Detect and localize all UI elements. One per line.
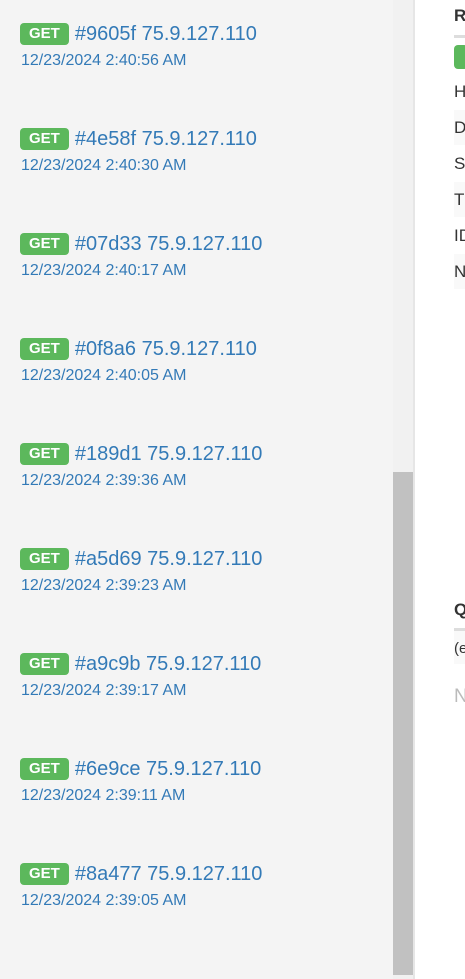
request-list-item[interactable]: GET #6e9ce 75.9.127.110 12/23/2024 2:39:11… (20, 757, 380, 805)
request-timestamp: 12/23/2024 2:39:36 AM (21, 472, 187, 489)
query-value: (e (454, 640, 465, 657)
request-timestamp: 12/23/2024 2:40:56 AM (21, 52, 187, 69)
request-title-link[interactable]: #8a477 75.9.127.110 (75, 863, 263, 886)
request-list-item[interactable]: GET #0f8a6 75.9.127.110 12/23/2024 2:40:05… (20, 337, 380, 385)
none-text: N (454, 686, 465, 707)
request-list-item[interactable]: GET #8a477 75.9.127.110 12/23/2024 2:39:05… (20, 862, 380, 910)
method-badge: GET (20, 338, 69, 360)
request-timestamp: 12/23/2024 2:39:11 AM (21, 787, 186, 804)
method-badge: GET (20, 548, 69, 570)
request-title-link[interactable]: #a5d69 75.9.127.110 (75, 548, 263, 571)
method-badge: GET (20, 653, 69, 675)
detail-row-label: D (454, 118, 465, 137)
method-badge: GET (20, 233, 69, 255)
request-list-item[interactable]: GET #a9c9b 75.9.127.110 12/23/2024 2:39:17… (20, 652, 380, 700)
detail-row-label: H (454, 82, 465, 101)
request-list-item[interactable]: GET #a5d69 75.9.127.110 12/23/2024 2:39:23… (20, 547, 380, 595)
request-timestamp: 12/23/2024 2:40:05 AM (21, 367, 187, 384)
request-title-link[interactable]: #4e58f 75.9.127.110 (75, 128, 257, 151)
method-badge (454, 45, 465, 69)
request-title-link[interactable]: #9605f 75.9.127.110 (75, 23, 257, 46)
request-detail-panel: R H D S T ID N Q (e N (454, 0, 465, 979)
detail-row-label: N (454, 262, 465, 281)
method-badge: GET (20, 443, 69, 465)
method-badge: GET (20, 128, 69, 150)
query-heading: Q (454, 600, 465, 619)
request-timestamp: 12/23/2024 2:40:17 AM (21, 262, 187, 279)
detail-row-label: T (454, 190, 465, 209)
request-list-item[interactable]: GET #07d33 75.9.127.110 12/23/2024 2:40:17… (20, 232, 380, 280)
request-list-item[interactable]: GET #4e58f 75.9.127.110 12/23/2024 2:40:30… (20, 127, 380, 175)
request-title-link[interactable]: #189d1 75.9.127.110 (75, 443, 263, 466)
divider (454, 35, 465, 38)
request-title-link[interactable]: #a9c9b 75.9.127.110 (75, 653, 261, 676)
request-title-link[interactable]: #07d33 75.9.127.110 (75, 233, 263, 256)
method-badge: GET (20, 863, 69, 885)
request-timestamp: 12/23/2024 2:40:30 AM (21, 157, 187, 174)
request-timestamp: 12/23/2024 2:39:23 AM (21, 577, 187, 594)
detail-row-label: ID (454, 226, 465, 245)
request-timestamp: 12/23/2024 2:39:05 AM (21, 892, 187, 909)
request-timestamp: 12/23/2024 2:39:17 AM (21, 682, 187, 699)
request-title-link[interactable]: #6e9ce 75.9.127.110 (75, 758, 261, 781)
request-list-item[interactable]: GET #189d1 75.9.127.110 12/23/2024 2:39:36… (20, 442, 380, 490)
method-badge: GET (20, 23, 69, 45)
scrollbar-thumb[interactable] (393, 472, 413, 975)
detail-row-label: S (454, 154, 465, 173)
request-list-item[interactable]: GET #9605f 75.9.127.110 12/23/2024 2:40:56… (20, 22, 380, 70)
detail-heading: R (454, 6, 465, 25)
request-title-link[interactable]: #0f8a6 75.9.127.110 (75, 338, 257, 361)
method-badge: GET (20, 758, 69, 780)
